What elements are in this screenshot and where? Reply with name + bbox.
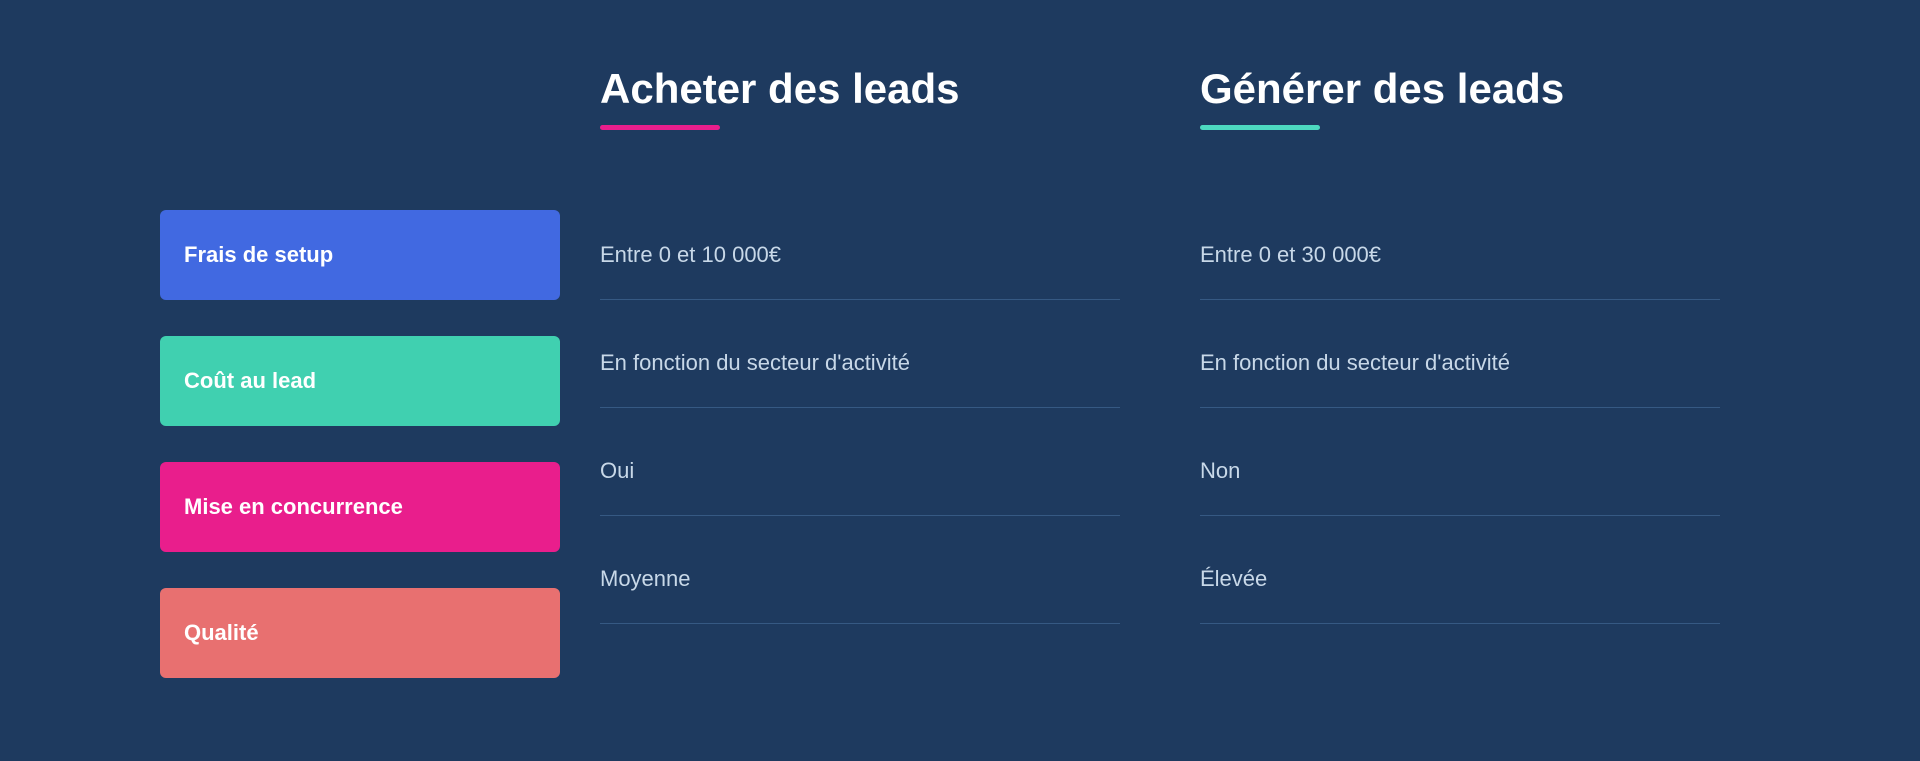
col1-row2: Oui bbox=[600, 426, 1120, 516]
data-rows: Frais de setup Coût au lead Mise en conc… bbox=[160, 210, 1760, 696]
col2-row2: Non bbox=[1200, 426, 1720, 516]
header-empty-cell bbox=[160, 65, 560, 200]
header-col1: Acheter des leads bbox=[560, 65, 1160, 200]
col2-row1: En fonction du secteur d'activité bbox=[1200, 318, 1720, 408]
col1-row1: En fonction du secteur d'activité bbox=[600, 318, 1120, 408]
col1-title: Acheter des leads bbox=[600, 65, 1120, 113]
labels-column: Frais de setup Coût au lead Mise en conc… bbox=[160, 210, 560, 696]
col2-title: Générer des leads bbox=[1200, 65, 1720, 113]
label-mise-concurrence: Mise en concurrence bbox=[160, 462, 560, 552]
label-qualite: Qualité bbox=[160, 588, 560, 678]
header-row: Acheter des leads Générer des leads bbox=[160, 65, 1760, 200]
col1-row0: Entre 0 et 10 000€ bbox=[600, 210, 1120, 300]
col1-row3: Moyenne bbox=[600, 534, 1120, 624]
label-cout-lead: Coût au lead bbox=[160, 336, 560, 426]
col2-underline bbox=[1200, 125, 1320, 130]
header-col2: Générer des leads bbox=[1160, 65, 1760, 200]
comparison-table: Acheter des leads Générer des leads Frai… bbox=[160, 65, 1760, 696]
col2-row3: Élevée bbox=[1200, 534, 1720, 624]
col1-underline bbox=[600, 125, 720, 130]
col2-data: Entre 0 et 30 000€ En fonction du secteu… bbox=[1160, 210, 1760, 696]
label-frais-setup: Frais de setup bbox=[160, 210, 560, 300]
col2-row0: Entre 0 et 30 000€ bbox=[1200, 210, 1720, 300]
col1-data: Entre 0 et 10 000€ En fonction du secteu… bbox=[560, 210, 1160, 696]
